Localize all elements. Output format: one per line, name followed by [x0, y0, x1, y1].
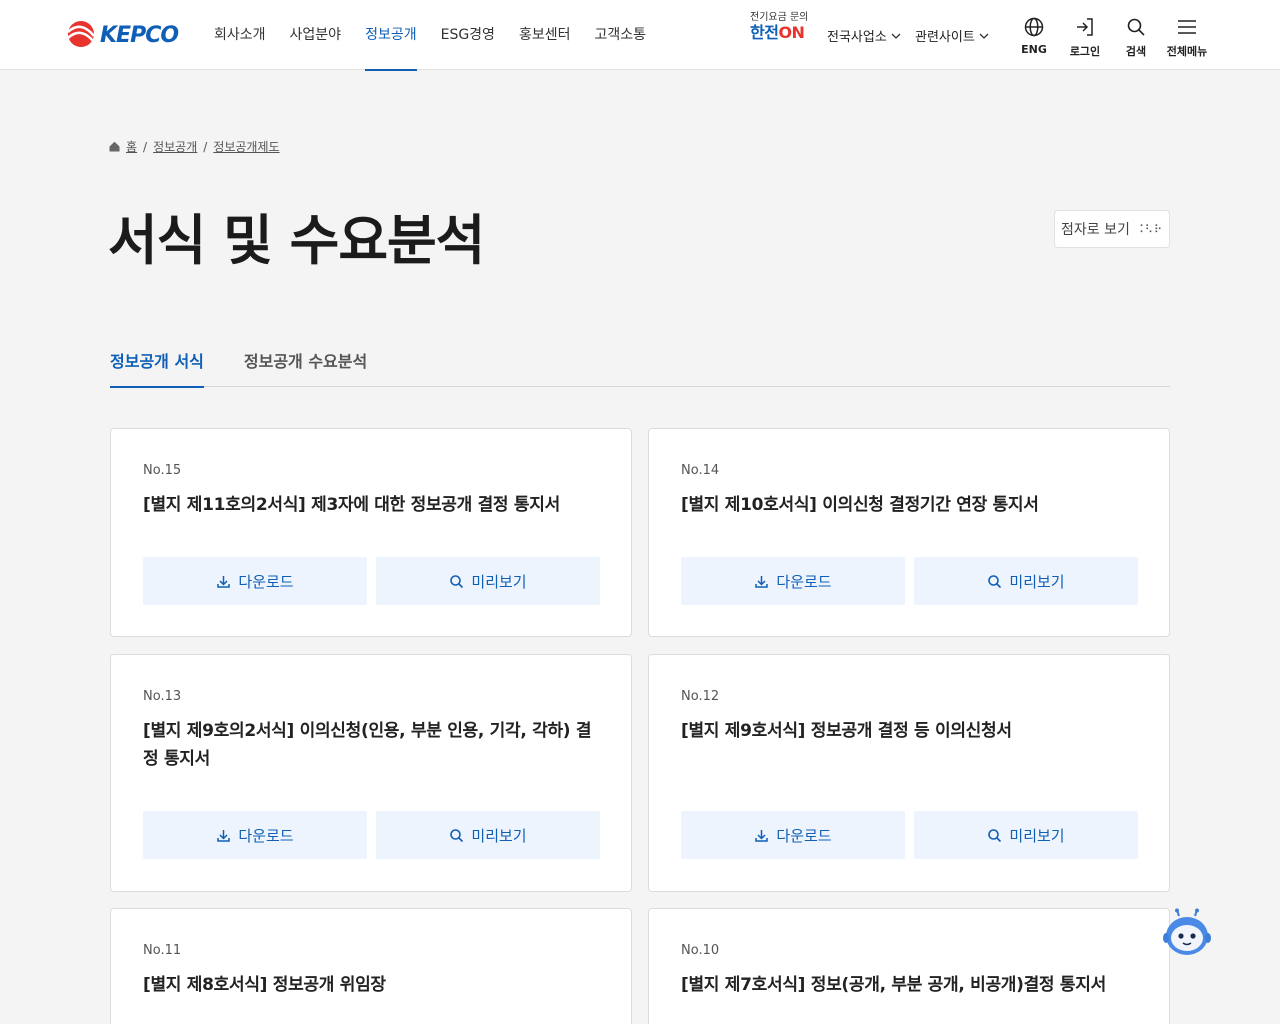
nav-customer[interactable]: 고객소통	[594, 0, 646, 70]
download-label: 다운로드	[238, 826, 294, 845]
form-card: No.14 [별지 제10호서식] 이의신청 결정기간 연장 통지서 다운로드 …	[648, 428, 1170, 637]
nav-pr-center[interactable]: 홍보센터	[519, 0, 571, 70]
download-label: 다운로드	[776, 826, 832, 845]
download-icon	[217, 575, 231, 588]
chevron-down-icon	[891, 33, 901, 39]
site-header: KEPCO 회사소개 사업분야 정보공개 ESG경영 홍보센터 고객소통 전기요…	[0, 0, 1280, 71]
download-button[interactable]: 다운로드	[143, 557, 367, 605]
breadcrumb-separator: /	[143, 139, 148, 154]
preview-button[interactable]: 미리보기	[376, 811, 600, 859]
home-icon	[109, 141, 120, 152]
kepco-logo[interactable]: KEPCO	[66, 20, 188, 48]
card-title: [별지 제8호서식] 정보공개 위임장	[143, 975, 386, 995]
content-tabs: 정보공개 서식 정보공개 수요분석	[110, 340, 1170, 388]
eng-button[interactable]: ENG	[1009, 16, 1059, 56]
card-number: No.11	[143, 943, 182, 958]
login-button[interactable]: 로그인	[1060, 16, 1110, 59]
nav-company[interactable]: 회사소개	[214, 0, 266, 70]
related-sites-dropdown[interactable]: 관련사이트	[915, 26, 989, 45]
search-icon	[988, 574, 1002, 588]
card-title: [별지 제9호서식] 정보공개 결정 등 이의신청서	[681, 721, 1012, 741]
breadcrumb: 홈 / 정보공개 / 정보공개제도	[109, 138, 280, 155]
search-button[interactable]: 검색	[1111, 16, 1161, 59]
tab-disclosure-forms[interactable]: 정보공개 서식	[110, 340, 204, 388]
search-icon	[988, 828, 1002, 842]
form-card: No.11 [별지 제8호서식] 정보공개 위임장	[110, 908, 632, 1024]
form-card: No.10 [별지 제7호서식] 정보(공개, 부분 공개, 비공개)결정 통지…	[648, 908, 1170, 1024]
breadcrumb-separator: /	[203, 139, 208, 154]
preview-button[interactable]: 미리보기	[914, 557, 1138, 605]
login-label: 로그인	[1069, 45, 1101, 58]
form-card: No.15 [별지 제11호의2서식] 제3자에 대한 정보공개 결정 통지서 …	[110, 428, 632, 637]
preview-button[interactable]: 미리보기	[914, 811, 1138, 859]
card-title: [별지 제11호의2서식] 제3자에 대한 정보공개 결정 통지서	[143, 495, 560, 515]
card-number: No.15	[143, 463, 182, 478]
download-label: 다운로드	[238, 572, 294, 591]
globe-icon	[1024, 17, 1044, 37]
form-card: No.12 [별지 제9호서식] 정보공개 결정 등 이의신청서 다운로드 미리…	[648, 654, 1170, 892]
preview-label: 미리보기	[1009, 572, 1065, 591]
global-nav: 회사소개 사업분야 정보공개 ESG경영 홍보센터 고객소통	[214, 0, 670, 71]
breadcrumb-info-disclosure[interactable]: 정보공개	[153, 138, 197, 155]
download-button[interactable]: 다운로드	[681, 557, 905, 605]
svg-text:KEPCO: KEPCO	[100, 23, 178, 48]
chatbot-robot-icon	[1163, 908, 1211, 955]
card-number: No.13	[143, 689, 182, 704]
braille-icon: ⠨⠣⠗	[1135, 222, 1164, 236]
card-title: [별지 제10호서식] 이의신청 결정기간 연장 통지서	[681, 495, 1039, 515]
regional-offices-dropdown[interactable]: 전국사업소	[827, 26, 901, 45]
search-icon	[450, 828, 464, 842]
search-icon	[1127, 18, 1145, 36]
hanjeon-on-logo: 한전ON	[750, 23, 805, 42]
download-button[interactable]: 다운로드	[681, 811, 905, 859]
search-label: 검색	[1125, 45, 1147, 58]
chatbot-button[interactable]	[1162, 908, 1212, 960]
login-icon	[1077, 18, 1093, 36]
tab-demand-analysis[interactable]: 정보공개 수요분석	[244, 340, 367, 387]
card-title: [별지 제9호의2서식] 이의신청(인용, 부분 인용, 기각, 각하) 결정 …	[143, 721, 592, 769]
all-menu-label: 전체메뉴	[1166, 45, 1208, 58]
all-menu-button[interactable]: 전체메뉴	[1162, 16, 1212, 59]
menu-icon	[1178, 20, 1196, 34]
preview-label: 미리보기	[471, 572, 527, 591]
preview-button[interactable]: 미리보기	[376, 557, 600, 605]
card-number: No.12	[681, 689, 720, 704]
download-button[interactable]: 다운로드	[143, 811, 367, 859]
page-title: 서식 및 수요분석	[108, 209, 485, 272]
related-sites-label: 관련사이트	[915, 30, 975, 45]
preview-label: 미리보기	[1009, 826, 1065, 845]
download-icon	[217, 829, 231, 842]
breadcrumb-home[interactable]: 홈	[126, 138, 137, 155]
form-card: No.13 [별지 제9호의2서식] 이의신청(인용, 부분 인용, 기각, 각…	[110, 654, 632, 892]
regional-offices-label: 전국사업소	[827, 30, 887, 45]
nav-business[interactable]: 사업분야	[290, 0, 342, 70]
nav-esg[interactable]: ESG경영	[441, 0, 495, 70]
eng-label: ENG	[1021, 43, 1047, 56]
card-number: No.14	[681, 463, 720, 478]
chevron-down-icon	[979, 33, 989, 39]
download-label: 다운로드	[776, 572, 832, 591]
preview-label: 미리보기	[471, 826, 527, 845]
braille-view-label: 점자로 보기	[1060, 222, 1130, 238]
nav-info-disclosure[interactable]: 정보공개	[365, 0, 417, 71]
braille-view-button[interactable]: 점자로 보기 ⠨⠣⠗	[1054, 210, 1170, 248]
card-number: No.10	[681, 943, 720, 958]
search-icon	[450, 574, 464, 588]
download-icon	[755, 575, 769, 588]
download-icon	[755, 829, 769, 842]
hanjeon-on-link[interactable]: 전기요금 문의 한전ON	[750, 12, 818, 44]
card-title: [별지 제7호서식] 정보(공개, 부분 공개, 비공개)결정 통지서	[681, 975, 1106, 995]
breadcrumb-info-disclosure-system[interactable]: 정보공개제도	[213, 138, 279, 155]
